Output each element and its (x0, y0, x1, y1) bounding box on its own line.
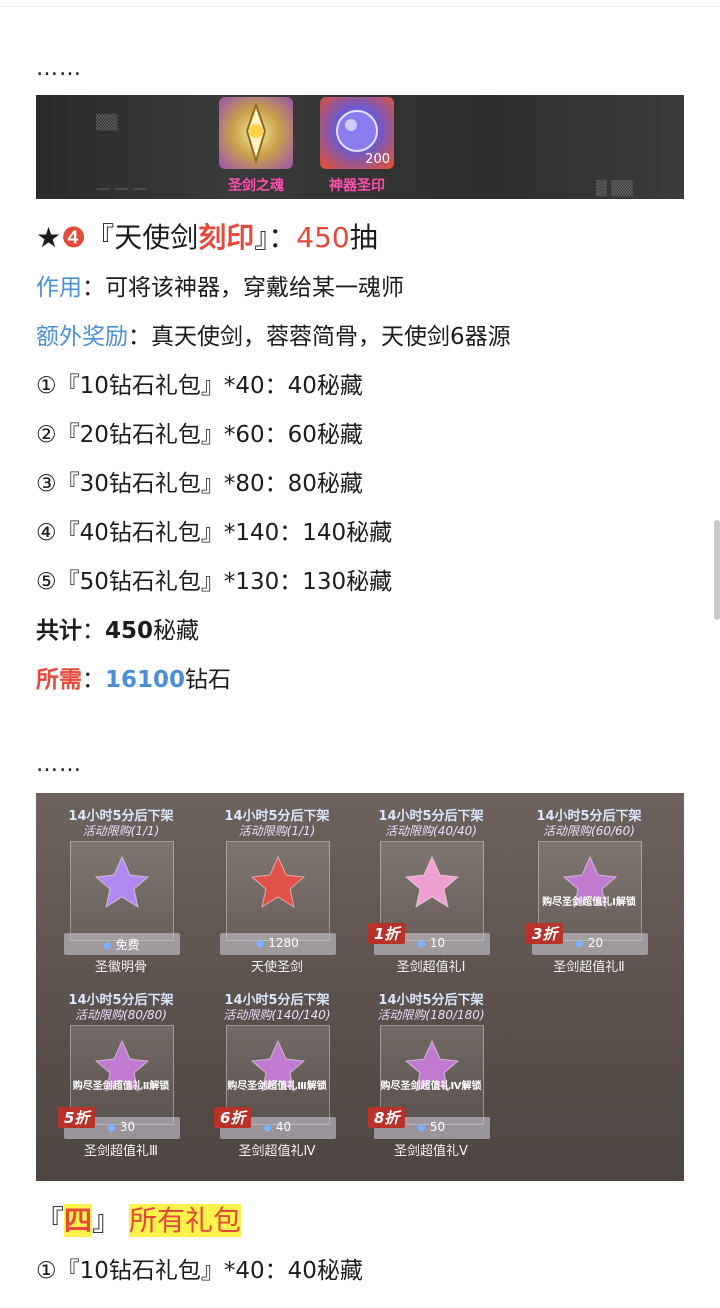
gift-pack-card[interactable]: 14小时5分后下架 活动限购(1/1) ◆ 免费 圣徽明骨 (56, 805, 186, 985)
holy-sword-soul-label: 圣剑之魂 (228, 178, 284, 194)
limit-text: 活动限购(1/1) (238, 824, 316, 838)
required-separator: ： (82, 667, 105, 693)
price-value: 50 (429, 1120, 446, 1134)
gift-item-icon (250, 855, 306, 909)
bonus-label: 额外奖励 (36, 324, 128, 350)
section-title: 所有礼包 (128, 1204, 241, 1237)
price-value: 1280 (268, 936, 299, 950)
number-badge: ❹ (61, 221, 87, 254)
item-strip-image: ▒▒ — — — ▒ ▒▒ 圣剑之魂 200 神器圣印 (36, 95, 684, 199)
diamond-icon: ◆ (416, 936, 427, 950)
bracket-close: 』 (92, 1204, 121, 1237)
artifact-seal-label: 神器圣印 (329, 178, 385, 194)
gift-pack-card[interactable]: 14小时5分后下架 活动限购(180/180) 购尽圣剑超值礼Ⅳ解锁 8折 ◆ 50 圣剑… (366, 989, 496, 1169)
effect-line: 作用：可将该神器，穿戴给某一魂师 (36, 272, 404, 304)
draw-unit: 抽 (349, 221, 378, 254)
draw-count: 450 (296, 221, 350, 254)
price-value: 10 (429, 936, 446, 950)
section-heading: 『四』 所有礼包 (36, 1203, 241, 1239)
gift-item-icon (94, 855, 150, 909)
diamond-icon: ◆ (574, 936, 585, 950)
title-prefix: 『天使剑 (86, 221, 199, 254)
list-item: ①『10钻石礼包』*40：40秘藏 (36, 1258, 363, 1284)
bonus-line: 额外奖励：真天使剑，蓉蓉简骨，天使剑6器源 (36, 321, 511, 353)
diamond-icon: ◆ (102, 938, 112, 952)
gift-pack-card[interactable]: 14小时5分后下架 活动限购(60/60) 购尽圣剑超值礼Ⅰ解锁 3折 ◆ 20 圣剑超值… (524, 805, 654, 985)
title-emphasis: 刻印 (198, 221, 255, 254)
gift-pack-card[interactable]: 14小时5分后下架 活动限购(80/80) 购尽圣剑超值礼Ⅱ解锁 5折 ◆ 30 圣剑超值… (56, 989, 186, 1169)
price-label: ◆ 免费 (56, 936, 186, 953)
pack-name: 圣剑超值礼Ⅰ (396, 960, 466, 975)
pack-name: 天使圣剑 (250, 960, 303, 975)
required-unit: 钻石 (185, 667, 232, 693)
pack-name: 圣剑超值礼Ⅱ (553, 960, 625, 975)
list-item: ①『10钻石礼包』*40：40秘藏 (36, 373, 363, 399)
unlock-text: 购尽圣剑超值礼Ⅲ解锁 (227, 1081, 327, 1092)
limit-text: 活动限购(180/180) (377, 1008, 485, 1022)
price-value: 免费 (115, 938, 140, 952)
price-label: ◆ 40 (212, 1120, 342, 1134)
price-value: 20 (587, 936, 604, 950)
gift-shop-image: 14小时5分后下架 活动限购(1/1) ◆ 免费 圣徽明骨 14小时5分后下架 活动限购(… (36, 793, 684, 1181)
section-heading: ★❹『天使剑刻印』：450抽 (36, 220, 378, 256)
required-line: 所需：16100钻石 (36, 664, 231, 696)
price-label: ◆ 30 (56, 1120, 186, 1134)
list-item: ④『40钻石礼包』*140：140秘藏 (36, 520, 393, 546)
total-label: 共计 (36, 618, 82, 644)
diamond-icon: ◆ (106, 1120, 117, 1134)
price-label: ◆ 10 (366, 936, 496, 950)
limit-text: 活动限购(40/40) (385, 824, 477, 838)
limit-text: 活动限购(80/80) (75, 1008, 167, 1022)
total-line: 共计：450秘藏 (36, 615, 199, 647)
pack-name: 圣徽明骨 (94, 960, 147, 975)
effect-label: 作用 (36, 275, 82, 301)
diamond-icon: ◆ (416, 1120, 427, 1134)
title-suffix: 』： (254, 221, 297, 254)
scrollbar[interactable] (714, 520, 720, 620)
pack-name: 圣剑超值礼Ⅳ (238, 1144, 316, 1159)
price-label: ◆ 50 (366, 1120, 496, 1134)
required-label: 所需 (36, 667, 82, 693)
price-value: 40 (275, 1120, 292, 1134)
price-label: ◆ 20 (524, 936, 654, 950)
top-divider (0, 6, 720, 7)
gift-pack-card[interactable]: 14小时5分后下架 活动限购(140/140) 购尽圣剑超值礼Ⅲ解锁 6折 ◆ 40 圣剑… (212, 989, 342, 1169)
artifact-seal-icon: 200 (320, 97, 394, 169)
unlock-text: 购尽圣剑超值礼Ⅱ解锁 (72, 1081, 170, 1092)
limit-text: 活动限购(1/1) (82, 824, 160, 838)
list-item: ③『30钻石礼包』*80：80秘藏 (36, 471, 363, 497)
ellipsis-separator: …… (36, 56, 82, 81)
diamond-icon: ◆ (262, 1120, 273, 1134)
total-value: 450 (105, 618, 154, 644)
holy-sword-soul-icon (219, 97, 293, 169)
gift-item-icon (404, 855, 460, 909)
total-unit: 秘藏 (153, 618, 200, 644)
price-label: ◆ 1280 (212, 936, 342, 950)
price-value: 30 (119, 1120, 136, 1134)
gift-pack-card[interactable]: 14小时5分后下架 活动限购(40/40) 1折 ◆ 10 圣剑超值礼Ⅰ (366, 805, 496, 985)
unlock-text: 购尽圣剑超值礼Ⅳ解锁 (380, 1081, 482, 1092)
star-icon: ★ (36, 221, 62, 254)
effect-text: ：可将该神器，穿戴给某一魂师 (82, 275, 404, 301)
bonus-text: ：真天使剑，蓉蓉简骨，天使剑6器源 (128, 324, 511, 350)
total-separator: ： (82, 618, 105, 644)
required-value: 16100 (105, 667, 186, 693)
bracket-open: 『 (36, 1204, 65, 1237)
limit-text: 活动限购(140/140) (223, 1008, 331, 1022)
list-item: ②『20钻石礼包』*60：60秘藏 (36, 422, 363, 448)
pack-name: 圣剑超值礼Ⅴ (394, 1144, 468, 1159)
ellipsis-separator: …… (36, 752, 82, 777)
pack-name: 圣剑超值礼Ⅲ (84, 1144, 158, 1159)
limit-text: 活动限购(60/60) (543, 824, 635, 838)
diamond-icon: ◆ (255, 936, 265, 950)
unlock-text: 购尽圣剑超值礼Ⅰ解锁 (542, 897, 636, 908)
list-item: ⑤『50钻石礼包』*130：130秘藏 (36, 569, 393, 595)
section-number: 四 (64, 1204, 93, 1237)
artifact-seal-count: 200 (365, 152, 390, 167)
gift-pack-card[interactable]: 14小时5分后下架 活动限购(1/1) ◆ 1280 天使圣剑 (212, 805, 342, 985)
